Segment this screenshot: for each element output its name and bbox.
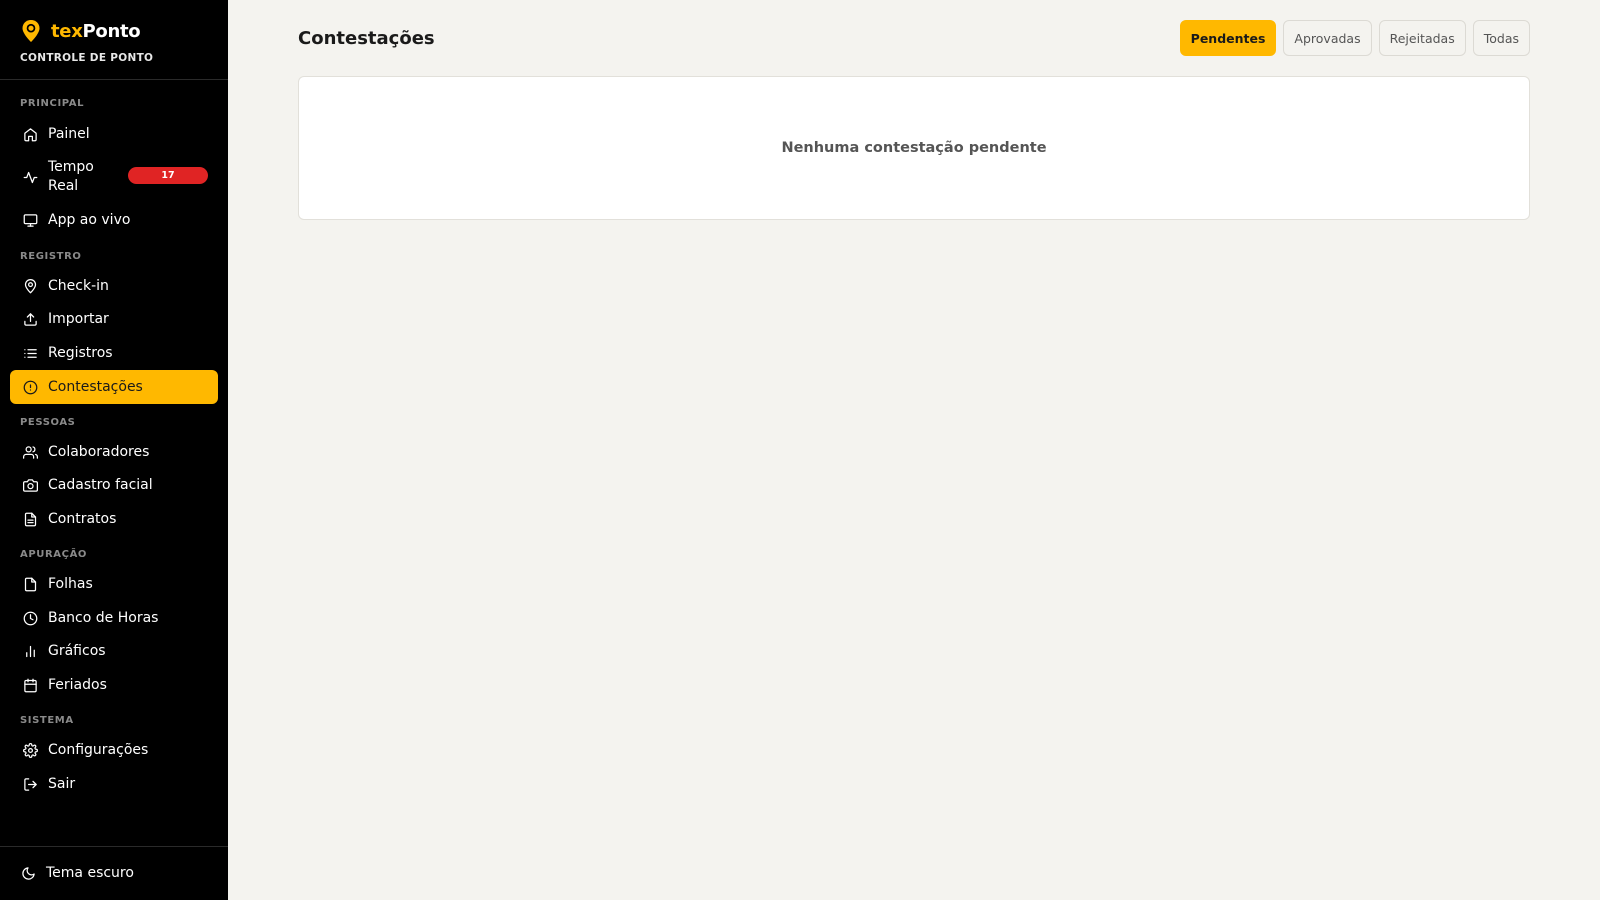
theme-toggle-label: Tema escuro [46,865,134,881]
home-icon [22,126,38,142]
filter-rejeitadas-button[interactable]: Rejeitadas [1378,20,1466,56]
bar-chart-icon [22,643,38,659]
sidebar-item-painel[interactable]: Painel [10,117,218,151]
map-pin-icon [22,278,38,294]
sidebar-item-contratos[interactable]: Contratos [10,502,218,536]
section-label-apuracao: APURAÇÃO [20,549,88,560]
sidebar-item-label: Banco de Horas [48,609,159,626]
activity-icon [22,169,38,185]
sidebar-item-folhas[interactable]: Folhas [10,567,218,601]
sidebar-item-label: Tempo Real [48,159,94,194]
sidebar-item-sair[interactable]: Sair [10,767,218,801]
sidebar-item-configuracoes[interactable]: Configurações [10,733,218,767]
empty-state-card: Nenhuma contestação pendente [298,76,1530,220]
sidebar-item-feriados[interactable]: Feriados [10,668,218,702]
calendar-icon [22,677,38,693]
filter-pendentes-button[interactable]: Pendentes [1179,20,1277,56]
users-icon [22,444,38,460]
gear-icon [22,742,38,758]
brand: texPonto CONTROLE DE PONTO [0,0,228,80]
moon-icon [20,866,36,882]
upload-icon [22,311,38,327]
sidebar-item-label: Configurações [48,741,149,758]
sidebar-item-label: Feriados [48,676,107,693]
sidebar-item-label: Folhas [48,575,93,592]
section-label-sistema: SISTEMA [20,715,74,726]
section-label-principal: PRINCIPAL [20,98,85,109]
sidebar: texPonto CONTROLE DE PONTO PRINCIPAL Pai… [0,0,228,900]
brand-name: texPonto [51,20,141,42]
sidebar-item-graficos[interactable]: Gráficos [10,634,218,668]
file-text-icon [22,511,38,527]
sidebar-item-tempo-real[interactable]: Tempo Real 17 [10,155,218,199]
brand-subtitle: CONTROLE DE PONTO [20,52,154,64]
section-label-registro: REGISTRO [20,251,82,262]
sidebar-item-check-in[interactable]: Check-in [10,269,218,303]
sidebar-item-importar[interactable]: Importar [10,302,218,336]
camera-icon [22,477,38,493]
sidebar-item-banco-de-horas[interactable]: Banco de Horas [10,601,218,635]
file-icon [22,576,38,592]
sidebar-item-registros[interactable]: Registros [10,336,218,370]
sidebar-item-label: App ao vivo [48,211,131,228]
location-pin-logo-icon [20,18,42,44]
sidebar-item-label: Contestações [48,378,143,395]
filter-todas-button[interactable]: Todas [1472,20,1530,56]
sidebar-item-label: Check-in [48,277,109,294]
sidebar-item-label: Importar [48,310,109,327]
sidebar-item-app-ao-vivo[interactable]: App ao vivo [10,203,218,237]
sidebar-item-label: Painel [48,125,90,142]
filter-aprovadas-button[interactable]: Aprovadas [1283,20,1372,56]
sidebar-item-label: Contratos [48,510,117,527]
monitor-icon [22,212,38,228]
list-icon [22,345,38,361]
sidebar-item-colaboradores[interactable]: Colaboradores [10,435,218,469]
clock-icon [22,610,38,626]
sidebar-item-label: Sair [48,775,76,792]
logout-icon [22,776,38,792]
live-count-badge: 17 [128,167,208,184]
sidebar-item-cadastro-facial[interactable]: Cadastro facial [10,468,218,502]
empty-state-message: Nenhuma contestação pendente [781,140,1047,156]
sidebar-item-label: Colaboradores [48,443,150,460]
page-title: Contestações [298,28,435,49]
theme-toggle[interactable]: Tema escuro [0,846,228,900]
sidebar-item-label: Cadastro facial [48,476,153,493]
sidebar-item-label: Registros [48,344,113,361]
section-label-pessoas: PESSOAS [20,417,76,428]
status-filter-group: Pendentes Aprovadas Rejeitadas Todas [1179,20,1530,56]
alert-circle-icon [22,379,38,395]
sidebar-item-label: Gráficos [48,642,106,659]
sidebar-item-contestacoes[interactable]: Contestações [10,370,218,404]
